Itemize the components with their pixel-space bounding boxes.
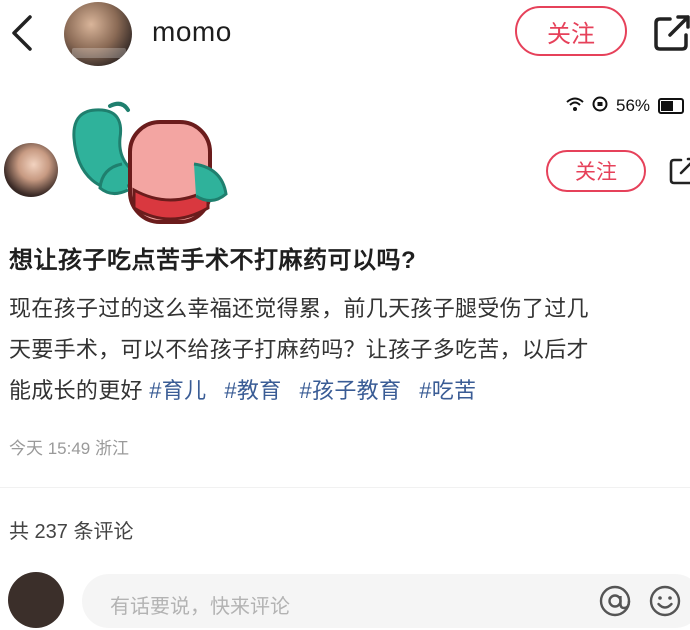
battery-percentage: 56%: [616, 96, 651, 115]
hashtag-link[interactable]: #吃苦: [419, 378, 476, 403]
back-chevron-icon[interactable]: [6, 14, 40, 52]
hashtag-link[interactable]: #育儿: [149, 378, 206, 403]
lock-rotation-icon: [592, 96, 608, 117]
hashtag-link[interactable]: #教育: [224, 378, 281, 403]
divider: [0, 487, 690, 488]
post-timestamp-location: 今天 15:49 浙江: [9, 439, 129, 458]
wifi-icon: [566, 96, 584, 116]
cartoon-sticker-image: [62, 98, 232, 236]
current-user-avatar: [8, 572, 64, 628]
post-avatar[interactable]: [4, 143, 58, 197]
share-icon-secondary[interactable]: [668, 156, 690, 186]
post-body: 现在孩子过的这么幸福还觉得累，前几天孩子腿受伤了过几 天要手术，可以不给孩子打麻…: [9, 288, 690, 411]
mention-at-icon[interactable]: [598, 584, 632, 618]
post-body-line: 现在孩子过的这么幸福还觉得累，前几天孩子腿受伤了过几: [9, 296, 589, 321]
comment-count: 共 237 条评论: [9, 521, 134, 543]
emoji-icon[interactable]: [648, 584, 682, 618]
post-body-text: 能成长的更好: [9, 378, 143, 403]
follow-button-secondary[interactable]: 关注: [546, 150, 646, 192]
post-title: 想让孩子吃点苦手术不打麻药可以吗?: [9, 247, 417, 274]
post-body-line: 天要手术，可以不给孩子打麻药吗？让孩子多吃苦，以后才: [9, 337, 589, 362]
share-icon[interactable]: [652, 13, 690, 53]
battery-icon: [658, 98, 685, 114]
status-bar: 56%: [566, 94, 685, 118]
hashtag-link[interactable]: #孩子教育: [300, 378, 402, 403]
follow-button[interactable]: 关注: [515, 6, 627, 56]
post-body-line-with-tags: 能成长的更好 #育儿 #教育 #孩子教育 #吃苦: [9, 370, 690, 411]
author-avatar[interactable]: [64, 2, 132, 66]
author-username[interactable]: momo: [152, 16, 232, 48]
comment-input-placeholder[interactable]: 有话要说，快来评论: [110, 590, 290, 619]
